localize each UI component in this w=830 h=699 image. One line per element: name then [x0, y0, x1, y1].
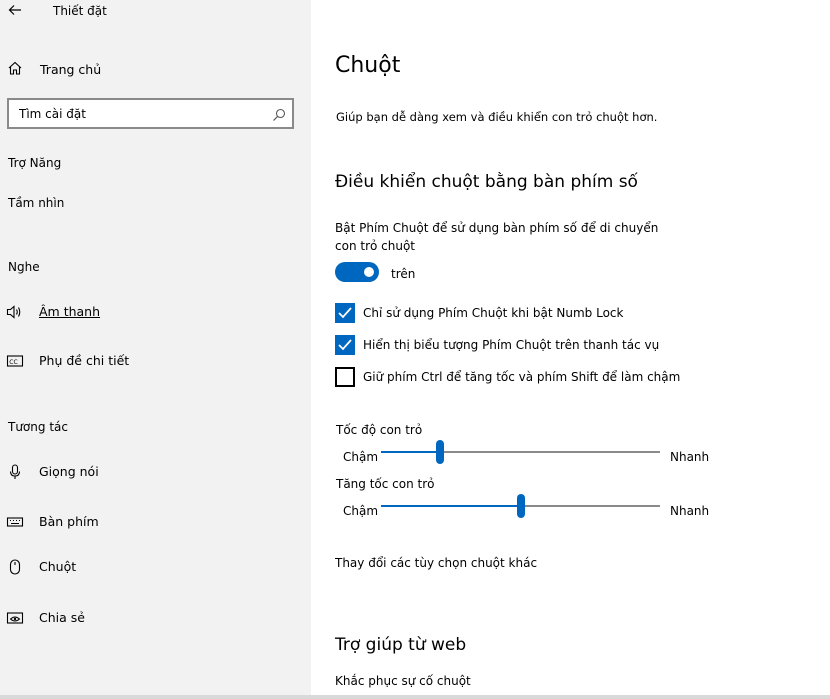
sidebar-item-captions[interactable]: CC Phụ đề chi tiết	[0, 343, 311, 379]
checkbox-label: Chỉ sử dụng Phím Chuột khi bật Numb Lock	[363, 306, 624, 320]
home-link[interactable]: Trang chủ	[40, 62, 101, 77]
checkmark-icon	[338, 339, 352, 351]
toggle-state-label: trên	[391, 267, 416, 281]
mouse-icon	[6, 559, 24, 575]
sidebar-item-audio[interactable]: Âm thanh	[0, 294, 311, 330]
page-description: Giúp bạn dễ dàng xem và điều khiển con t…	[336, 110, 658, 124]
pointer-speed-title: Tốc độ con trỏ	[336, 423, 423, 437]
keyboard-icon	[6, 514, 24, 530]
search-icon[interactable]	[272, 107, 286, 121]
keypad-section-title: Điều khiển chuột bằng bàn phím số	[335, 172, 638, 192]
sidebar-item-label: Âm thanh	[39, 304, 101, 319]
checkbox-label: Hiển thị biểu tượng Phím Chuột trên than…	[363, 338, 660, 352]
group-header-vision: Tầm nhìn	[8, 196, 65, 210]
category-header: Trợ Năng	[8, 156, 62, 170]
eye-control-icon	[6, 610, 24, 626]
sidebar-item-keyboard[interactable]: Bàn phím	[0, 504, 311, 540]
main-content: Chuột Giúp bạn dễ dàng xem và điều khiển…	[311, 0, 830, 699]
slider-thumb[interactable]	[436, 440, 444, 464]
checkbox-box[interactable]	[335, 367, 355, 387]
search-box[interactable]	[7, 98, 294, 129]
sidebar-item-label: Giọng nói	[39, 464, 99, 479]
toggle-description: Bật Phím Chuột để sử dụng bàn phím số để…	[335, 221, 659, 253]
app-title: Thiết đặt	[53, 4, 107, 18]
pointer-speed-slider[interactable]	[381, 440, 660, 464]
checkbox-box[interactable]	[335, 335, 355, 355]
pointer-acceleration-slider[interactable]	[381, 494, 660, 518]
page-title: Chuột	[335, 53, 401, 78]
window-bottom-edge	[0, 695, 830, 699]
sidebar-item-label: Chia sẻ	[39, 610, 85, 625]
sidebar-item-eye-control[interactable]: Chia sẻ	[0, 600, 311, 636]
slider-max-label: Nhanh	[670, 450, 710, 464]
slider-max-label: Nhanh	[670, 504, 710, 518]
more-mouse-options-link[interactable]: Thay đổi các tùy chọn chuột khác	[335, 556, 537, 570]
sidebar-item-label: Phụ đề chi tiết	[39, 353, 130, 368]
help-section-title: Trợ giúp từ web	[335, 635, 467, 655]
sidebar: Thiết đặt Trang chủ Trợ Năng Tầm nhìn Ng…	[0, 0, 311, 699]
home-icon[interactable]	[7, 60, 23, 76]
sidebar-item-label: Chuột	[39, 559, 77, 574]
slider-min-label: Chậm	[343, 450, 379, 464]
group-header-interaction: Tương tác	[8, 420, 68, 434]
sidebar-item-mouse[interactable]: Chuột	[0, 549, 311, 585]
closed-captions-icon: CC	[6, 353, 24, 369]
sidebar-item-speech[interactable]: Giọng nói	[0, 454, 311, 490]
sidebar-item-label: Bàn phím	[39, 514, 99, 529]
svg-text:CC: CC	[9, 359, 17, 366]
pointer-acceleration-title: Tăng tốc con trỏ	[336, 477, 435, 491]
search-input[interactable]	[19, 100, 259, 127]
toggle-knob	[364, 267, 374, 277]
slider-min-label: Chậm	[343, 504, 379, 518]
back-arrow-icon[interactable]	[7, 2, 23, 18]
checkmark-icon	[338, 307, 352, 319]
group-header-hearing: Nghe	[8, 260, 40, 274]
slider-thumb[interactable]	[517, 494, 525, 518]
speaker-icon	[6, 304, 24, 320]
microphone-icon	[6, 464, 24, 480]
checkbox-label: Giữ phím Ctrl để tăng tốc và phím Shift …	[363, 370, 681, 384]
slider-fill	[381, 505, 521, 507]
mouse-keys-toggle[interactable]	[335, 262, 379, 282]
slider-fill	[381, 451, 440, 453]
troubleshoot-mouse-link[interactable]: Khắc phục sự cố chuột	[335, 674, 471, 688]
checkbox-box[interactable]	[335, 303, 355, 323]
